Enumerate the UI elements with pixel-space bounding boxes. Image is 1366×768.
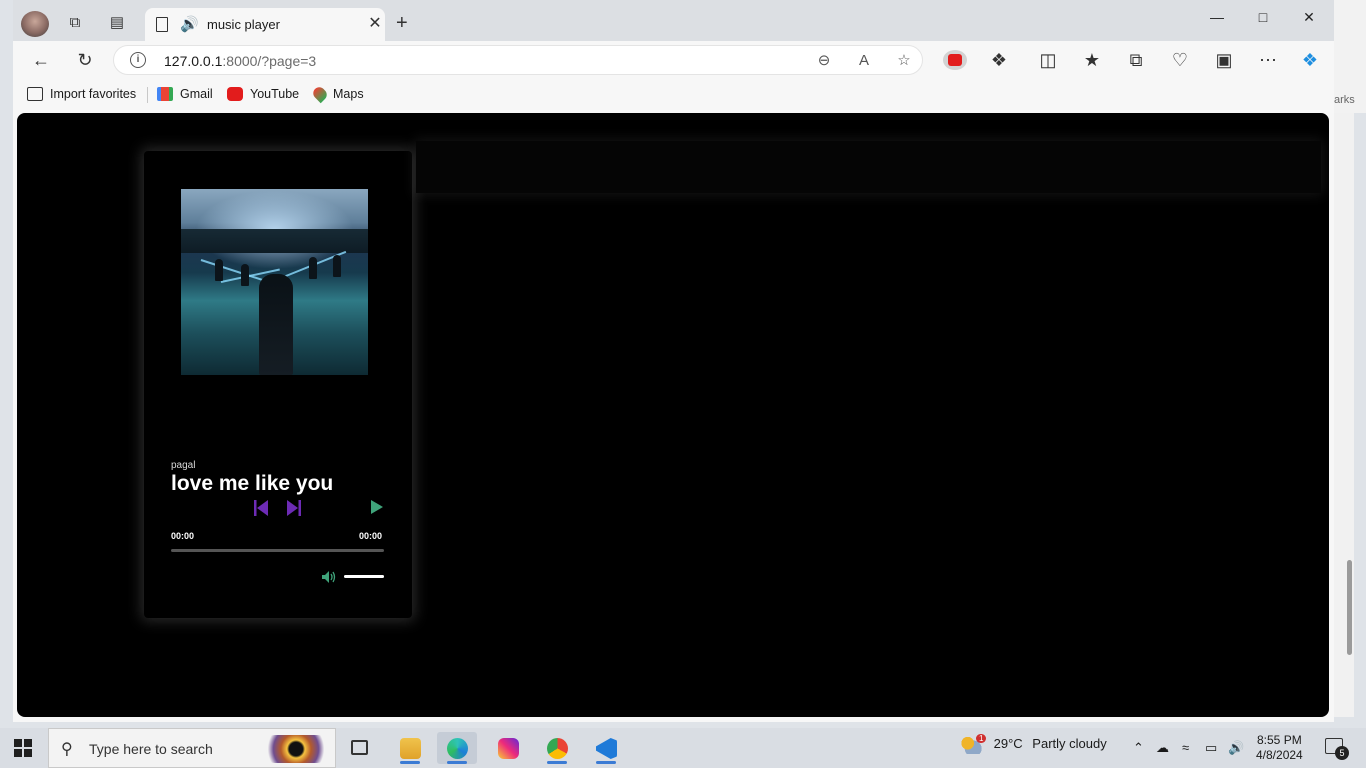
vscode-button[interactable] (586, 732, 626, 764)
task-view-button[interactable] (341, 732, 381, 764)
page-viewport: pagal love me like you 00:00 00:00 (17, 113, 1329, 717)
notifications-count: 5 (1335, 746, 1349, 760)
bookmark-youtube[interactable]: YouTube (227, 87, 299, 101)
task-view-icon (351, 740, 368, 755)
weather-desc: Partly cloudy (1032, 736, 1107, 752)
battery-icon[interactable]: ▭ (1205, 740, 1217, 756)
music-player-card: pagal love me like you 00:00 00:00 (144, 151, 412, 618)
bookmark-import-favorites[interactable]: Import favorites (27, 87, 136, 101)
windows-taskbar: ⚲ Type here to search 1 29°C Partly clou… (0, 728, 1366, 768)
address-bar[interactable]: i 127.0.0.1:8000/?page=3 ⊖ A ☆ (113, 45, 923, 75)
onedrive-cloud-icon[interactable]: ☁ (1156, 740, 1169, 756)
bookmark-maps[interactable]: Maps (310, 84, 364, 104)
refresh-icon[interactable]: ↻ (73, 49, 97, 71)
extensions-icon[interactable]: ❖ (987, 49, 1011, 71)
clock-time: 8:55 PM (1257, 733, 1302, 747)
maps-icon (310, 84, 330, 104)
desktop: ⧉ ▤ 🔊 music player ✕ + — □ ✕ ← ↻ i 127.0… (0, 0, 1366, 768)
current-time: 00:00 (171, 531, 195, 541)
new-tab-button[interactable]: + (396, 13, 408, 33)
window-right-edge: arks (1334, 0, 1366, 113)
instagram-button[interactable] (488, 732, 528, 764)
import-icon (27, 87, 43, 101)
artist-name: pagal (171, 460, 196, 471)
progress-bar[interactable] (171, 549, 384, 552)
read-aloud-icon[interactable]: A (854, 51, 874, 71)
volume-fill (344, 575, 384, 578)
taskbar-search-box[interactable]: ⚲ Type here to search (48, 728, 336, 768)
gmail-icon (157, 87, 173, 101)
vscode-icon (596, 738, 617, 759)
search-highlight-image (261, 735, 331, 763)
bookmarks-bar: Import favorites Gmail YouTube Maps (13, 79, 1334, 111)
clock-date: 4/8/2024 (1256, 748, 1303, 762)
file-explorer-icon (400, 738, 421, 759)
speaker-icon[interactable]: 🔊 (180, 15, 199, 33)
content-header-strip (416, 141, 1321, 193)
previous-track-icon[interactable] (254, 500, 268, 516)
copilot-icon[interactable]: ❖ (1298, 49, 1322, 71)
minimize-icon[interactable]: — (1194, 6, 1240, 30)
edge-button[interactable] (437, 732, 477, 764)
weather-temp: 29°C (993, 736, 1023, 752)
bookmark-divider (147, 87, 148, 103)
weather-widget[interactable]: 1 29°C Partly cloudy (960, 734, 1107, 754)
maximize-icon[interactable]: □ (1240, 6, 1286, 30)
play-icon[interactable] (370, 500, 384, 514)
search-icon: ⚲ (61, 741, 73, 758)
youtube-icon (227, 87, 243, 101)
collections-icon[interactable]: ⧉ (1124, 49, 1148, 71)
back-arrow-icon[interactable]: ← (29, 49, 53, 71)
clock[interactable]: 8:55 PM 4/8/2024 (1256, 733, 1303, 763)
notifications-icon[interactable]: 5 (1325, 738, 1349, 760)
instagram-icon (498, 738, 519, 759)
bookmarks-overflow-label: arks (1334, 94, 1355, 106)
search-placeholder: Type here to search (89, 741, 213, 757)
favorite-star-icon[interactable]: ☆ (894, 51, 914, 71)
zoom-out-icon[interactable]: ⊖ (814, 51, 834, 71)
page-scrollbar-thumb[interactable] (1347, 560, 1352, 655)
profile-avatar[interactable] (21, 11, 49, 37)
close-tab-icon[interactable]: ✕ (365, 14, 385, 34)
bookmark-gmail[interactable]: Gmail (157, 87, 213, 101)
tab-music-player[interactable]: 🔊 music player ✕ (145, 8, 385, 41)
chrome-icon (547, 738, 568, 759)
favorites-icon[interactable]: ★ (1080, 49, 1104, 71)
tab-actions-icon[interactable]: ▤ (107, 13, 127, 33)
wifi-icon[interactable]: ≈ (1182, 740, 1189, 755)
page-icon (156, 17, 168, 32)
browser-essentials-icon[interactable]: ♡ (1168, 49, 1192, 71)
duration-time: 00:00 (359, 531, 383, 541)
tab-strip: ⧉ ▤ 🔊 music player ✕ + — □ ✕ (13, 0, 1334, 41)
next-track-icon[interactable] (287, 500, 301, 516)
split-screen-icon[interactable]: ◫ (1036, 49, 1060, 71)
close-window-icon[interactable]: ✕ (1286, 6, 1332, 30)
screenshot-icon[interactable]: ▣ (1212, 49, 1236, 71)
more-options-icon[interactable]: ⋯ (1256, 49, 1280, 71)
windows-start-icon[interactable] (14, 739, 32, 757)
volume-slider[interactable] (344, 575, 384, 578)
site-info-icon[interactable]: i (130, 52, 146, 68)
song-title: love me like you (171, 472, 334, 495)
chrome-button[interactable] (537, 732, 577, 764)
show-hidden-icons-chevron-up-icon[interactable]: ⌃ (1133, 740, 1144, 756)
url-text[interactable]: 127.0.0.1:8000/?page=3 (164, 53, 316, 69)
volume-tray-icon[interactable]: 🔊 (1228, 740, 1244, 756)
browser-toolbar: ← ↻ i 127.0.0.1:8000/?page=3 ⊖ A ☆ ❖ ◫ ★… (13, 41, 1334, 79)
edge-icon (447, 738, 468, 759)
file-explorer-button[interactable] (390, 732, 430, 764)
volume-icon[interactable] (322, 571, 336, 583)
youtube-extension-icon[interactable] (943, 50, 967, 70)
weather-badge: 1 (976, 734, 987, 743)
workspaces-icon[interactable]: ⧉ (65, 13, 85, 33)
album-artwork (181, 189, 368, 375)
tab-title: music player (207, 17, 280, 32)
